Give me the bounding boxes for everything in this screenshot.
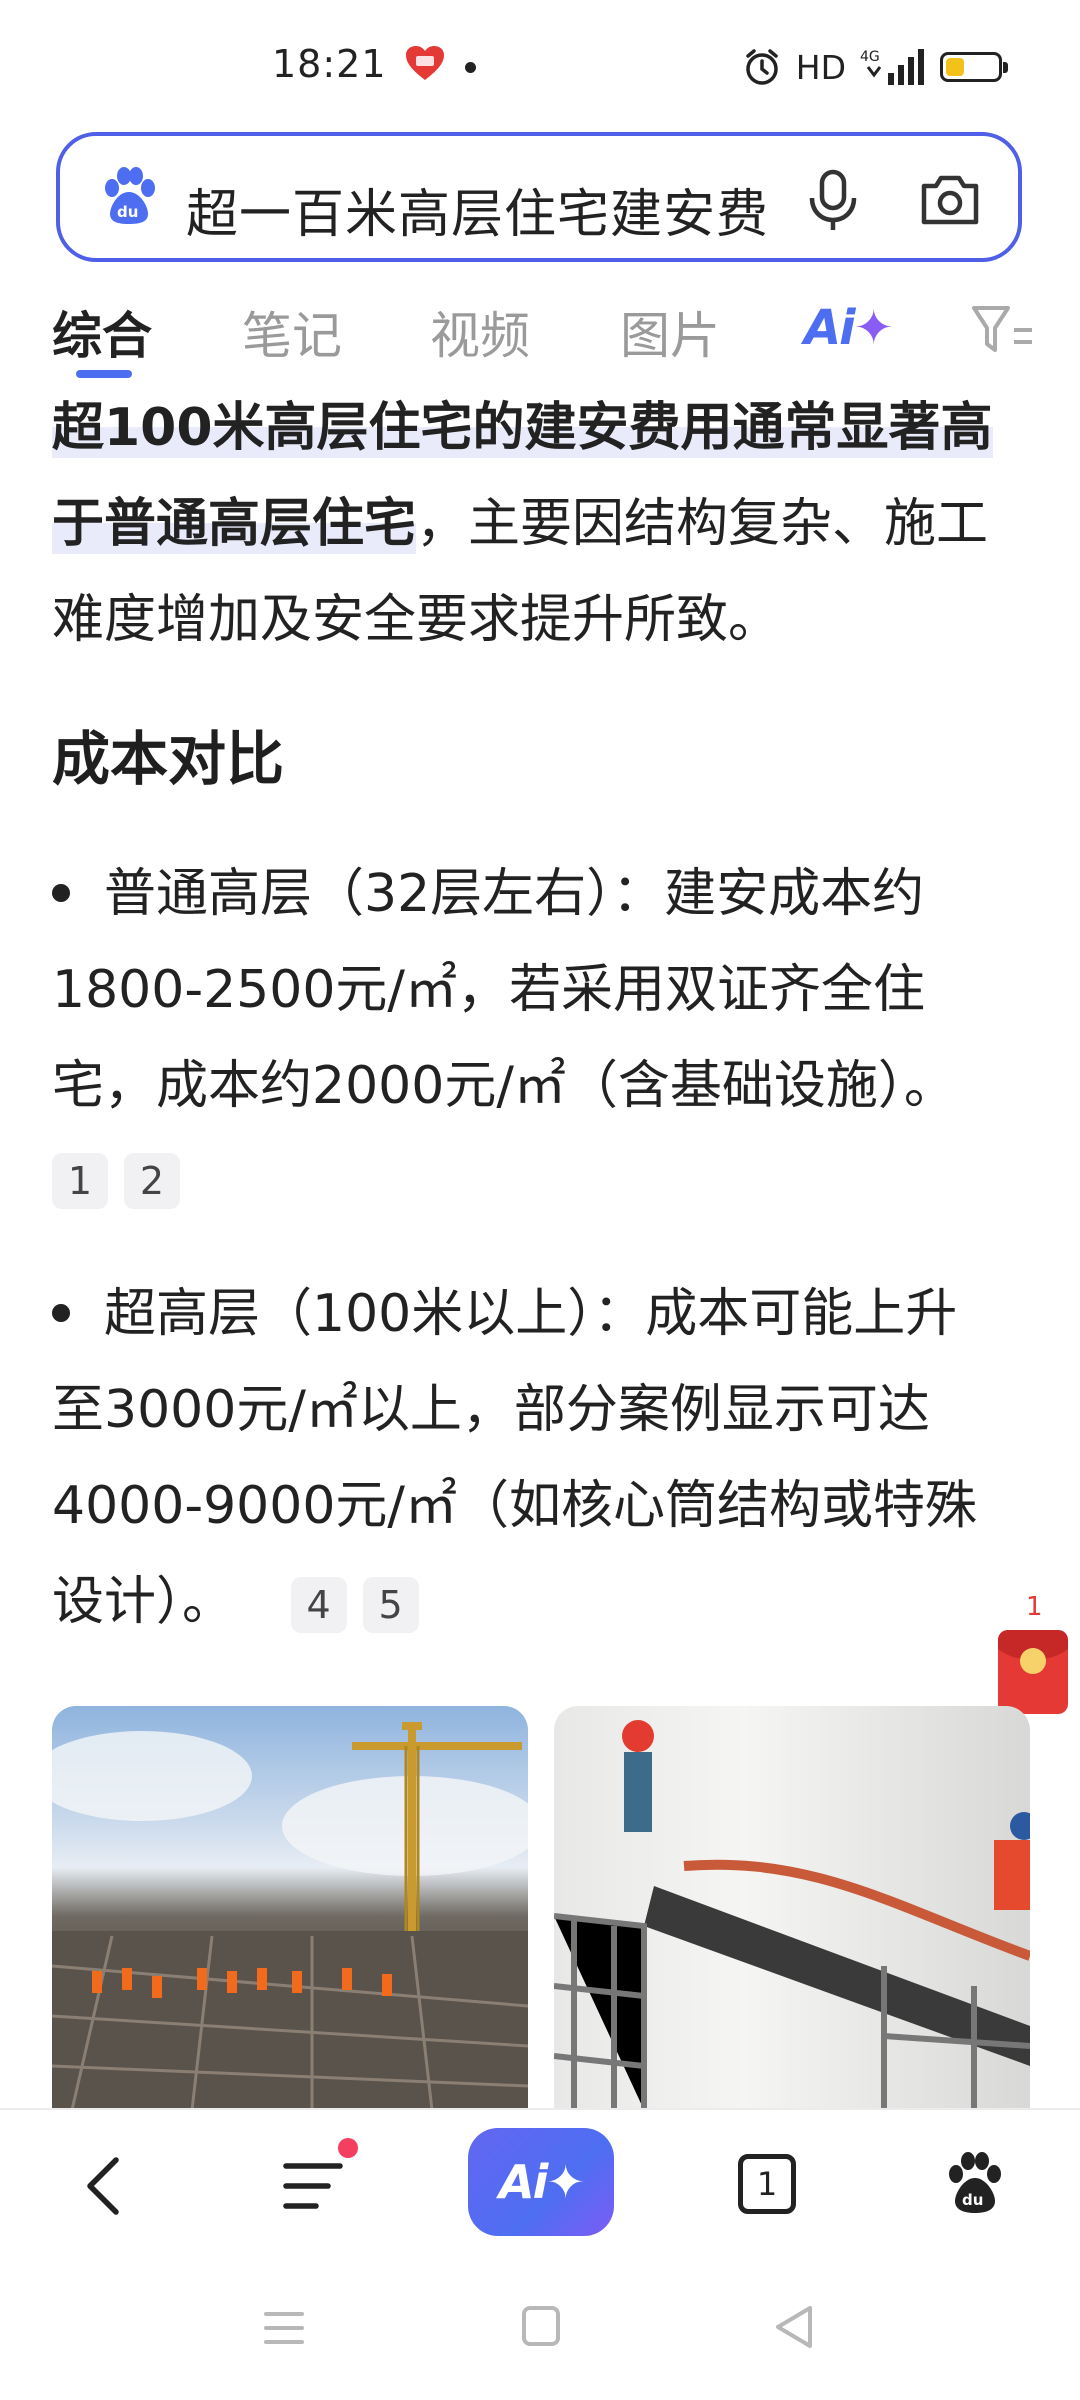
search-input[interactable]: 超一百米高层住宅建安费: [186, 172, 836, 247]
alarm-icon: [746, 49, 778, 85]
status-icons: HD 4G: [742, 44, 1008, 90]
bullet-line: 1800-2500元/㎡，若采用双证齐全住: [52, 960, 925, 1020]
tab-images[interactable]: 图片: [620, 296, 720, 368]
sparkle-icon: ✦: [546, 2155, 585, 2209]
filter-icon[interactable]: [970, 300, 1040, 360]
mic-icon[interactable]: [804, 168, 862, 232]
bullet-line: 设计）。 45: [52, 1554, 1032, 1650]
baidu-home-icon[interactable]: du: [944, 2152, 1006, 2216]
signal-icon: 4G: [860, 49, 924, 85]
tab-switcher-button[interactable]: 1: [738, 2154, 796, 2214]
answer-summary: 超100米高层住宅的建安费用通常显著高于普通高层住宅，主要因结构复杂、施工难度增…: [52, 380, 1032, 668]
bullet-line: 4000-9000元/㎡（如核心筒结构或特殊: [52, 1476, 977, 1536]
battery-icon: [940, 52, 1008, 82]
menu-notification-badge: [338, 2138, 358, 2158]
ai-label: Ai: [499, 2155, 548, 2209]
notification-dot: [465, 62, 476, 73]
back-icon[interactable]: [74, 2154, 134, 2218]
home-icon[interactable]: [522, 2306, 560, 2346]
bottom-nav: Ai✦ 1 du: [0, 2108, 1080, 2256]
svg-text:du: du: [962, 2191, 983, 2209]
app-notification-icon: [406, 46, 444, 80]
status-bar: 18:21 HD 4G: [0, 0, 1080, 130]
bullet-dot: [52, 1304, 70, 1322]
bullet-dot: [52, 884, 70, 902]
construction-site-image[interactable]: [52, 1706, 528, 2110]
citation-badge[interactable]: 5: [362, 1577, 419, 1633]
network-label: HD: [795, 47, 846, 87]
ai-answer: 超100米高层住宅的建安费用通常显著高于普通高层住宅，主要因结构复杂、施工难度增…: [52, 380, 1032, 668]
baidu-paw-icon[interactable]: du: [98, 166, 160, 228]
system-nav-bar: [0, 2258, 1080, 2400]
citation-badge[interactable]: 4: [290, 1577, 347, 1633]
citation-badge[interactable]: 2: [124, 1153, 180, 1209]
recent-apps-icon[interactable]: [262, 2308, 306, 2348]
interior-scaffolding-illustration: [554, 1720, 1030, 2110]
red-packet-count: 1: [1026, 1592, 1043, 1622]
citation-badge[interactable]: 1: [52, 1153, 108, 1209]
tab-ai[interactable]: Ai✦: [804, 300, 894, 356]
status-time: 18:21: [272, 42, 387, 86]
interior-scaffolding-image[interactable]: [554, 1706, 1030, 2110]
citation-row: 12: [52, 1134, 1032, 1222]
bullet-line: 超高层（100米以上）：成本可能上升: [52, 1266, 1032, 1362]
system-back-icon[interactable]: [772, 2304, 816, 2350]
sparkle-icon: ✦: [853, 300, 894, 356]
red-packet-coin: [1020, 1648, 1046, 1674]
menu-icon[interactable]: [280, 2156, 346, 2216]
ai-assistant-button[interactable]: Ai✦: [468, 2128, 614, 2236]
bullet-line: 普通高层（32层左右）：建安成本约: [52, 846, 1032, 942]
list-item: 超高层（100米以上）：成本可能上升 至3000元/㎡以上，部分案例显示可达 4…: [52, 1266, 1032, 1650]
tab-videos[interactable]: 视频: [430, 296, 530, 368]
section-title: 成本对比: [52, 725, 285, 793]
signal-label: 4G: [860, 49, 880, 65]
result-tabs: 综合 笔记 视频 图片 Ai✦: [0, 282, 1080, 382]
list-item: 普通高层（32层左右）：建安成本约 1800-2500元/㎡，若采用双证齐全住 …: [52, 846, 1032, 1222]
construction-site-illustration: [52, 1722, 528, 2110]
battery-level: [946, 58, 964, 76]
bullet-line: 至3000元/㎡以上，部分案例显示可达: [52, 1380, 930, 1440]
camera-icon[interactable]: [918, 170, 982, 228]
tab-notes[interactable]: 笔记: [242, 296, 342, 368]
svg-text:du: du: [117, 203, 138, 221]
bullet-line: 宅，成本约2000元/㎡（含基础设施）。: [52, 1056, 956, 1116]
active-tab-indicator: [76, 370, 132, 378]
tab-ai-label: Ai: [804, 300, 856, 356]
tab-all[interactable]: 综合: [52, 296, 152, 368]
search-box[interactable]: du 超一百米高层住宅建安费: [56, 132, 1022, 262]
red-packet-icon[interactable]: [998, 1630, 1068, 1714]
